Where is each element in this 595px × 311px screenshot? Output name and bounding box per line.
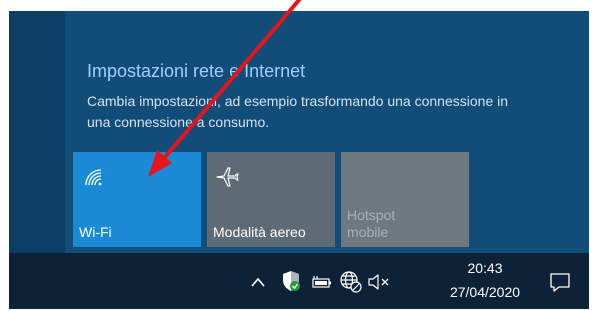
volume-muted-icon[interactable] [367,273,391,296]
network-globe-icon[interactable] [339,270,363,299]
airplane-icon [215,165,239,189]
security-shield-icon[interactable] [281,270,301,297]
network-flyout-screenshot: Impostazioni rete e Internet Cambia impo… [9,11,589,309]
airplane-mode-tile-label: Modalità aereo [213,224,306,240]
chevron-up-icon[interactable] [250,275,266,293]
network-settings-description: Cambia impostazioni, ad esempio trasform… [87,93,509,130]
taskbar-clock-time[interactable]: 20:43 [440,260,530,276]
airplane-mode-tile[interactable]: Modalità aereo [207,152,335,247]
mobile-hotspot-tile-label: Hotspot mobile [347,207,396,240]
desktop-background [9,11,65,253]
wifi-tile-label: Wi-Fi [79,224,112,240]
taskbar: 20:43 27/04/2020 [9,253,589,309]
taskbar-clock-date[interactable]: 27/04/2020 [440,284,530,300]
network-settings-link[interactable]: Impostazioni rete e Internet [87,61,305,82]
wifi-icon [81,165,105,189]
network-flyout-panel: Impostazioni rete e Internet Cambia impo… [65,11,589,253]
notification-icon[interactable] [549,271,571,298]
wifi-tile[interactable]: Wi-Fi [73,152,201,247]
battery-icon[interactable] [311,274,333,293]
mobile-hotspot-tile[interactable]: Hotspot mobile [341,152,469,247]
